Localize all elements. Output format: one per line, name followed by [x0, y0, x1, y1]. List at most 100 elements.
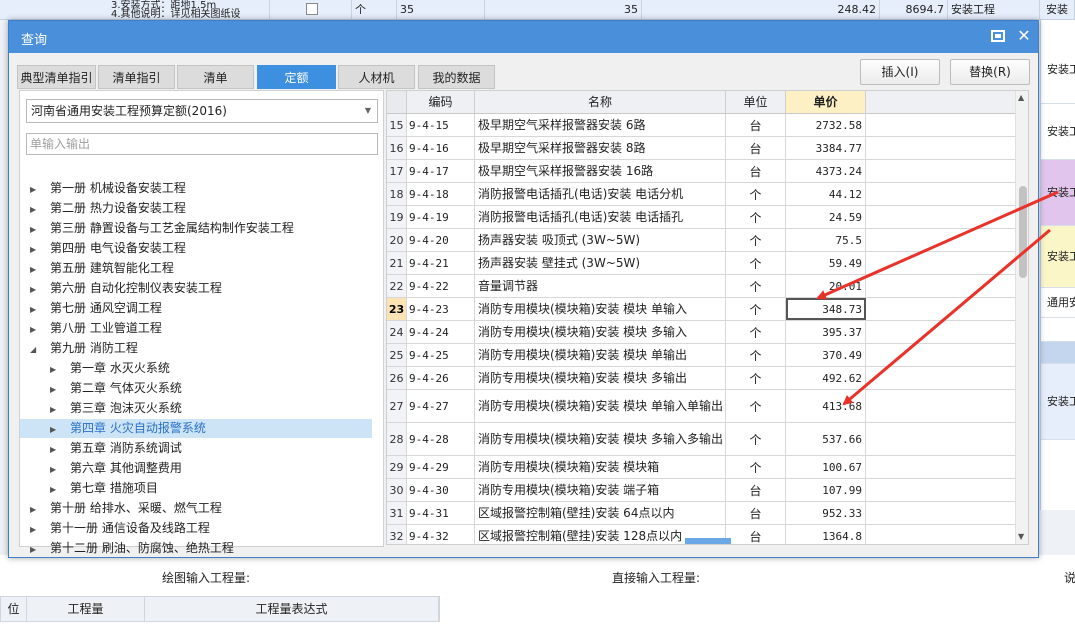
collapsed-triangle-icon[interactable]: ▶	[50, 420, 62, 439]
grid-head-name[interactable]: 名称	[475, 91, 726, 113]
search-input[interactable]	[26, 133, 378, 155]
scroll-thumb[interactable]	[1019, 186, 1027, 278]
collapsed-triangle-icon[interactable]: ▶	[50, 380, 62, 399]
table-row[interactable]: 17 9-4-17 极早期空气采样报警器安装 16路台 4373.24	[387, 160, 1015, 183]
tab-my-data[interactable]: 我的数据	[418, 65, 495, 89]
bg-checkbox[interactable]	[306, 3, 318, 15]
collapsed-triangle-icon[interactable]: ▶	[50, 360, 62, 379]
quota-price[interactable]: 492.62	[786, 367, 866, 389]
tree-volume-item[interactable]: ▶ 第四册 电气设备安装工程	[20, 239, 372, 258]
quota-price[interactable]: 24.59	[786, 206, 866, 228]
collapsed-triangle-icon[interactable]: ▶	[30, 180, 42, 199]
quota-price[interactable]: 395.37	[786, 321, 866, 343]
grid-head-price[interactable]: 单价	[786, 91, 866, 113]
expanded-triangle-icon[interactable]: ◢	[30, 340, 42, 359]
table-row[interactable]: 29 9-4-29 消防专用模块(模块箱)安装 模块箱个 100.67	[387, 456, 1015, 479]
tree-volume-item[interactable]: ▶ 第十二册 刷油、防腐蚀、绝热工程	[20, 539, 372, 558]
table-row[interactable]: 18 9-4-18 消防报警电话插孔(电话)安装 电话分机个 44.12	[387, 183, 1015, 206]
tree-volume-item[interactable]: ▶ 第五册 建筑智能化工程	[20, 259, 372, 278]
table-row[interactable]: 16 9-4-16 极早期空气采样报警器安装 8路台 3384.77	[387, 137, 1015, 160]
tree-volume-item[interactable]: ▶ 第三册 静置设备与工艺金属结构制作安装工程	[20, 219, 372, 238]
tree-chapter-item[interactable]: ▶ 第三章 泡沫灭火系统	[20, 399, 372, 418]
quota-price[interactable]: 3384.77	[786, 137, 866, 159]
collapsed-triangle-icon[interactable]: ▶	[50, 460, 62, 479]
replace-button[interactable]: 替换(R)	[950, 59, 1030, 85]
table-row[interactable]: 27 9-4-27 消防专用模块(模块箱)安装 模块 单输入单输出个 413.68	[387, 390, 1015, 423]
quota-price[interactable]: 59.49	[786, 252, 866, 274]
tree-volume-item[interactable]: ▶ 第七册 通风空调工程	[20, 299, 372, 318]
collapsed-triangle-icon[interactable]: ▶	[30, 240, 42, 259]
quota-price[interactable]: 348.73	[786, 298, 866, 320]
tree-chapter-item[interactable]: ▶ 第四章 火灾自动报警系统	[20, 419, 372, 438]
table-row[interactable]: 31 9-4-31 区域报警控制箱(壁挂)安装 64点以内台 952.33	[387, 502, 1015, 525]
maximize-icon[interactable]	[991, 30, 1005, 42]
bg-checkbox-cell[interactable]	[270, 0, 352, 20]
collapsed-triangle-icon[interactable]: ▶	[30, 540, 42, 559]
table-row[interactable]: 19 9-4-19 消防报警电话插孔(电话)安装 电话插孔个 24.59	[387, 206, 1015, 229]
collapsed-triangle-icon[interactable]: ▶	[50, 480, 62, 499]
collapsed-triangle-icon[interactable]: ▶	[30, 220, 42, 239]
tree-volume-item[interactable]: ◢ 第九册 消防工程	[20, 339, 372, 358]
tab-typical-list-guide[interactable]: 典型清单指引	[17, 65, 96, 89]
grid-head-code[interactable]: 编码	[407, 91, 475, 113]
tree-item-label: 第二册 热力设备安装工程	[50, 201, 186, 215]
tab-labor-material-machine[interactable]: 人材机	[338, 65, 415, 89]
tree-chapter-item[interactable]: ▶ 第一章 水灭火系统	[20, 359, 372, 378]
tab-list[interactable]: 清单	[177, 65, 254, 89]
table-row[interactable]: 26 9-4-26 消防专用模块(模块箱)安装 模块 多输出个 492.62	[387, 367, 1015, 390]
tab-list-guide[interactable]: 清单指引	[98, 65, 175, 89]
tree-volume-item[interactable]: ▶ 第六册 自动化控制仪表安装工程	[20, 279, 372, 298]
tree-chapter-item[interactable]: ▶ 第二章 气体灭火系统	[20, 379, 372, 398]
collapsed-triangle-icon[interactable]: ▶	[30, 280, 42, 299]
quota-price[interactable]: 952.33	[786, 502, 866, 524]
collapsed-triangle-icon[interactable]: ▶	[50, 400, 62, 419]
quota-price[interactable]: 44.12	[786, 183, 866, 205]
collapsed-triangle-icon[interactable]: ▶	[50, 440, 62, 459]
quota-price[interactable]: 107.99	[786, 479, 866, 501]
row-number: 32	[387, 525, 407, 544]
table-row[interactable]: 28 9-4-28 消防专用模块(模块箱)安装 模块 多输入多输出个 537.66	[387, 423, 1015, 456]
quota-price[interactable]: 20.01	[786, 275, 866, 297]
tree-volume-item[interactable]: ▶ 第十册 给排水、采暖、燃气工程	[20, 499, 372, 518]
tab-quota[interactable]: 定额	[257, 65, 336, 89]
grid-head-unit[interactable]: 单位	[726, 91, 786, 113]
scroll-up-icon[interactable]: ▲	[1018, 93, 1024, 102]
quota-price[interactable]: 100.67	[786, 456, 866, 478]
scroll-down-icon[interactable]: ▼	[1018, 532, 1024, 541]
quota-price[interactable]: 370.49	[786, 344, 866, 366]
collapsed-triangle-icon[interactable]: ▶	[30, 320, 42, 339]
table-row[interactable]: 15 9-4-15 极早期空气采样报警器安装 6路台 2732.58	[387, 114, 1015, 137]
close-icon[interactable]: ✕	[1015, 26, 1033, 46]
quota-price[interactable]: 75.5	[786, 229, 866, 251]
tree-volume-item[interactable]: ▶ 第八册 工业管道工程	[20, 319, 372, 338]
quota-library-select[interactable]: 河南省通用安装工程预算定额(2016) ▼	[26, 99, 378, 123]
tree-volume-item[interactable]: ▶ 第十一册 通信设备及线路工程	[20, 519, 372, 538]
tree-chapter-item[interactable]: ▶ 第五章 消防系统调试	[20, 439, 372, 458]
quota-price[interactable]: 537.66	[786, 423, 866, 455]
collapsed-triangle-icon[interactable]: ▶	[30, 520, 42, 539]
collapsed-triangle-icon[interactable]: ▶	[30, 500, 42, 519]
table-row[interactable]: 23 9-4-23 消防专用模块(模块箱)安装 模块 单输入个 348.73	[387, 298, 1015, 321]
quota-price[interactable]: 413.68	[786, 390, 866, 422]
splitter-grip[interactable]	[685, 538, 731, 544]
table-row[interactable]: 30 9-4-30 消防专用模块(模块箱)安装 端子箱台 107.99	[387, 479, 1015, 502]
table-row[interactable]: 21 9-4-21 扬声器安装 壁挂式 (3W~5W) 个 59.49	[387, 252, 1015, 275]
collapsed-triangle-icon[interactable]: ▶	[30, 200, 42, 219]
quota-price[interactable]: 1364.8	[786, 525, 866, 544]
tree-volume-item[interactable]: ▶ 第二册 热力设备安装工程	[20, 199, 372, 218]
quota-price[interactable]: 4373.24	[786, 160, 866, 182]
vertical-scrollbar[interactable]: ▲ ▼	[1015, 91, 1028, 544]
dialog-titlebar[interactable]: 查询 ✕	[9, 21, 1038, 53]
table-row[interactable]: 22 9-4-22 音量调节器个 20.01	[387, 275, 1015, 298]
table-row[interactable]: 25 9-4-25 消防专用模块(模块箱)安装 模块 单输出个 370.49	[387, 344, 1015, 367]
table-row[interactable]: 24 9-4-24 消防专用模块(模块箱)安装 模块 多输入个 395.37	[387, 321, 1015, 344]
tree-volume-item[interactable]: ▶ 第一册 机械设备安装工程	[20, 179, 372, 198]
insert-button[interactable]: 插入(I)	[860, 59, 940, 85]
quota-price[interactable]: 2732.58	[786, 114, 866, 136]
collapsed-triangle-icon[interactable]: ▶	[30, 260, 42, 279]
collapsed-triangle-icon[interactable]: ▶	[30, 300, 42, 319]
tree-chapter-item[interactable]: ▶ 第七章 措施项目	[20, 479, 372, 498]
tree-item-label: 第十册 给排水、采暖、燃气工程	[50, 501, 222, 515]
table-row[interactable]: 20 9-4-20 扬声器安装 吸顶式 (3W~5W) 个 75.5	[387, 229, 1015, 252]
tree-chapter-item[interactable]: ▶ 第六章 其他调整费用	[20, 459, 372, 478]
